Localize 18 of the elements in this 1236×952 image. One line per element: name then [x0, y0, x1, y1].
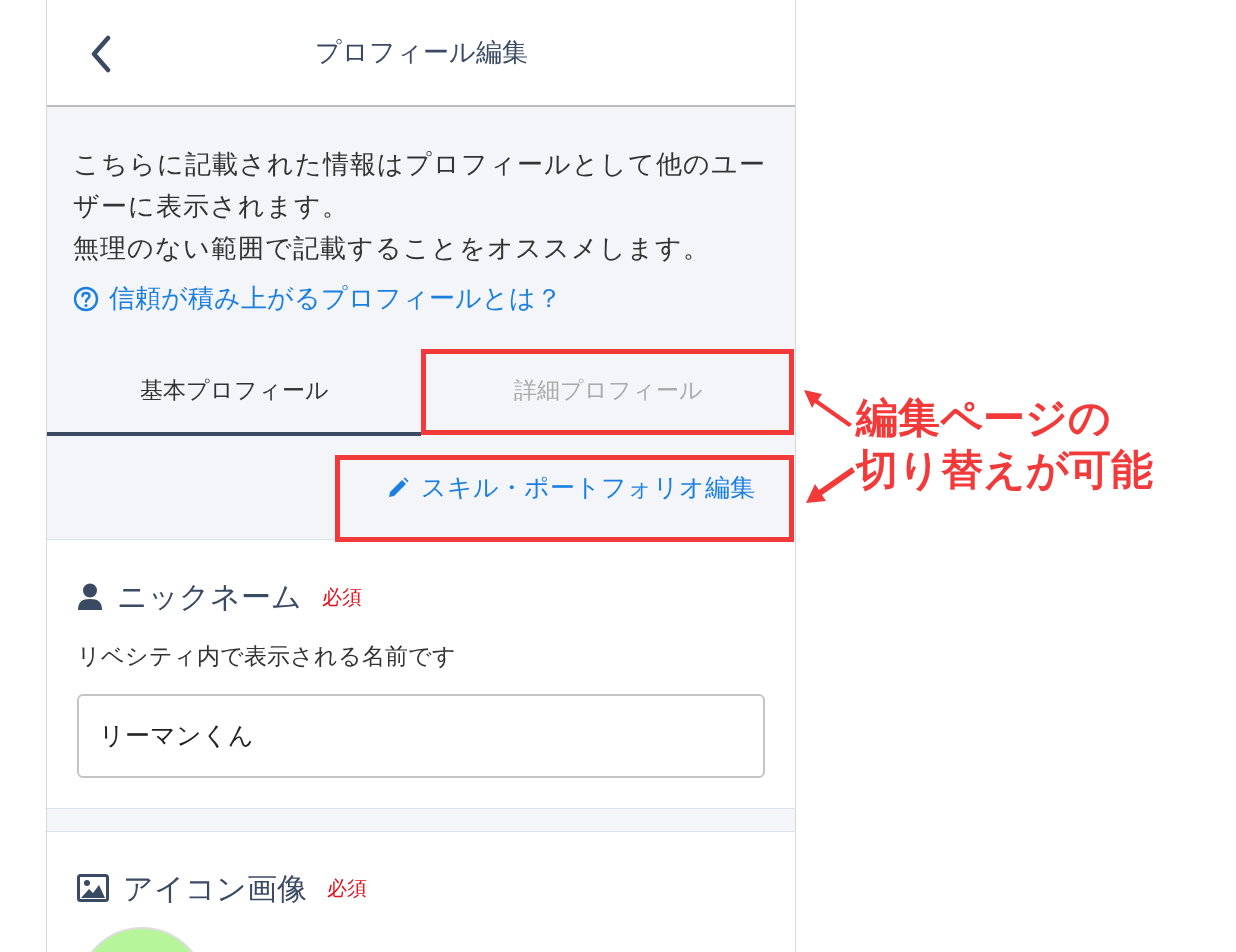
pencil-icon — [387, 476, 409, 499]
help-icon — [73, 285, 99, 312]
person-icon — [77, 582, 103, 611]
annotation-text: 編集ページの 切り替えが可能 — [856, 392, 1153, 496]
profile-tab[interactable]: 詳細プロフィール — [421, 348, 795, 436]
required-label: 必須 — [322, 583, 362, 611]
section-title: ニックネーム — [117, 578, 302, 616]
required-label: 必須 — [327, 875, 367, 902]
field-description: リベシティ内で表示される名前です — [77, 642, 457, 671]
page-title: プロフィール編集 — [314, 36, 528, 69]
skill-portfolio-edit-button[interactable]: スキル・ポートフォリオ編集 — [387, 468, 755, 507]
back-chevron-icon — [90, 35, 112, 73]
image-icon — [77, 874, 109, 902]
section-title: アイコン画像 — [123, 869, 307, 908]
help-link[interactable]: 信頼が積み上がるプロフィールとは？ — [73, 279, 562, 318]
intro-text: こちらに記載された情報はプロフィールとして他のユーザーに表示されます。 無理のない範囲で記載することをオススメします。 — [73, 148, 767, 265]
nickname-input[interactable]: リーマンくん — [77, 693, 765, 778]
profile-tab[interactable]: 基本プロフィール — [47, 348, 421, 436]
